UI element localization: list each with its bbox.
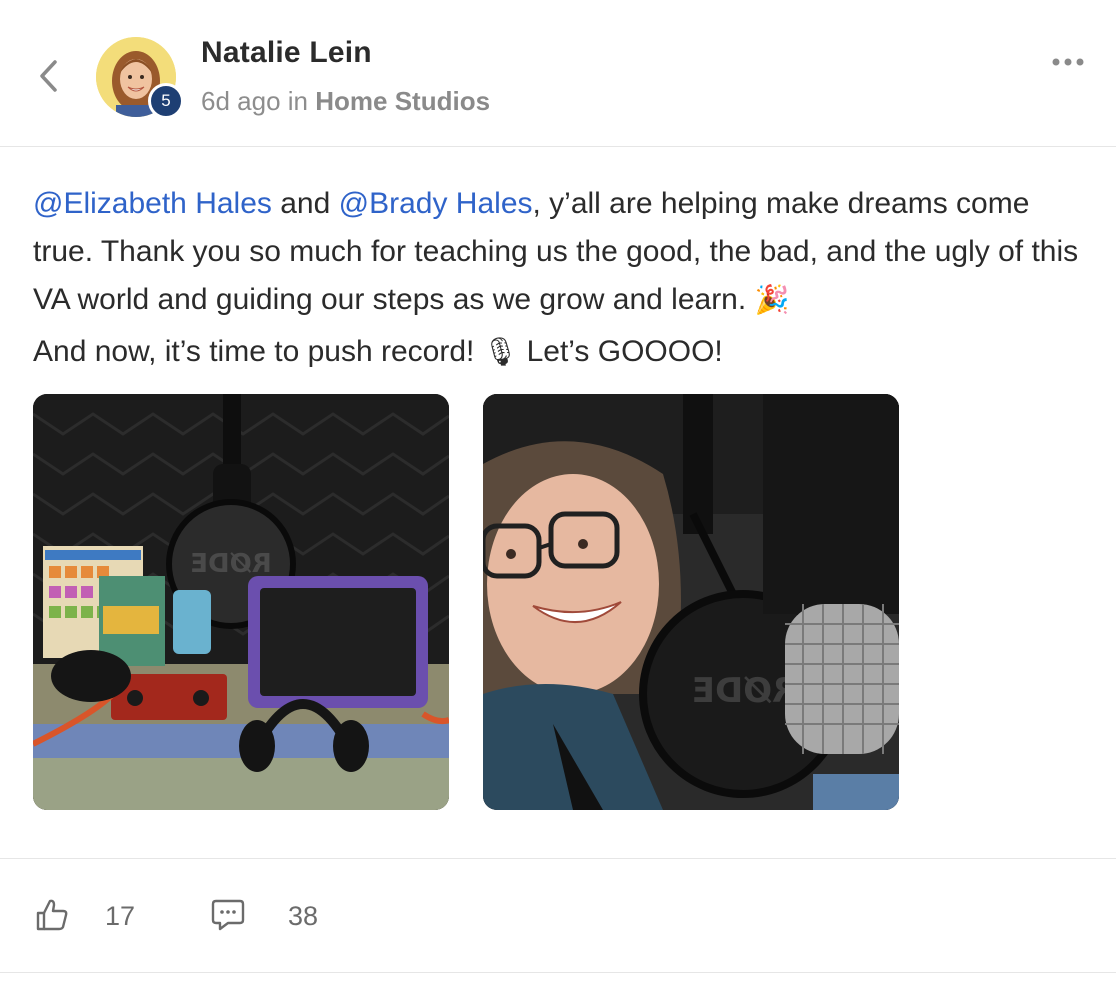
body-text-2a: And now, it’s time to push record! bbox=[33, 335, 483, 368]
comment-icon bbox=[211, 899, 245, 931]
body-paragraph-2: And now, it’s time to push record! 🎙 Let… bbox=[33, 328, 1093, 376]
post-meta: 6d ago in Home Studios bbox=[201, 86, 490, 117]
author-avatar[interactable]: 5 bbox=[96, 37, 184, 119]
post-body: @Elizabeth Hales and @Brady Hales, y’all… bbox=[33, 180, 1093, 376]
mention-elizabeth[interactable]: @Elizabeth Hales bbox=[33, 187, 272, 220]
more-horizontal-icon bbox=[1052, 58, 1084, 66]
body-paragraph-1: @Elizabeth Hales and @Brady Hales, y’all… bbox=[33, 180, 1093, 324]
comment-button[interactable] bbox=[210, 897, 246, 933]
chevron-left-icon bbox=[40, 60, 57, 92]
thumbs-up-icon bbox=[36, 899, 68, 931]
comment-count: 38 bbox=[288, 901, 319, 931]
in-word: in bbox=[287, 86, 309, 116]
post-header: 5 Natalie Lein 6d ago in Home Studios bbox=[0, 0, 1116, 147]
mention-brady[interactable]: @Brady Hales bbox=[339, 187, 533, 220]
microphone-icon: 🎙 bbox=[482, 335, 519, 368]
pop-filter-logo-2: RØDE bbox=[692, 671, 799, 711]
body-text-2b: Let’s GOOOO! bbox=[518, 335, 723, 368]
post-time: 6d ago bbox=[201, 86, 281, 116]
group-link[interactable]: Home Studios bbox=[315, 86, 490, 116]
post-photo-selfie[interactable]: RØDE bbox=[483, 394, 899, 810]
pop-filter-logo: RØDE bbox=[190, 549, 271, 579]
like-button[interactable] bbox=[34, 897, 70, 933]
author-name[interactable]: Natalie Lein bbox=[201, 36, 372, 70]
like-count: 17 bbox=[105, 901, 136, 931]
more-options-button[interactable] bbox=[1046, 48, 1090, 76]
post-footer: 17 38 bbox=[0, 858, 1116, 973]
party-popper-icon: 🎉 bbox=[754, 283, 790, 316]
level-badge: 5 bbox=[148, 83, 184, 119]
and-text: and bbox=[271, 187, 339, 220]
back-button[interactable] bbox=[30, 58, 66, 94]
post-photo-studio[interactable]: RØDE bbox=[33, 394, 449, 810]
